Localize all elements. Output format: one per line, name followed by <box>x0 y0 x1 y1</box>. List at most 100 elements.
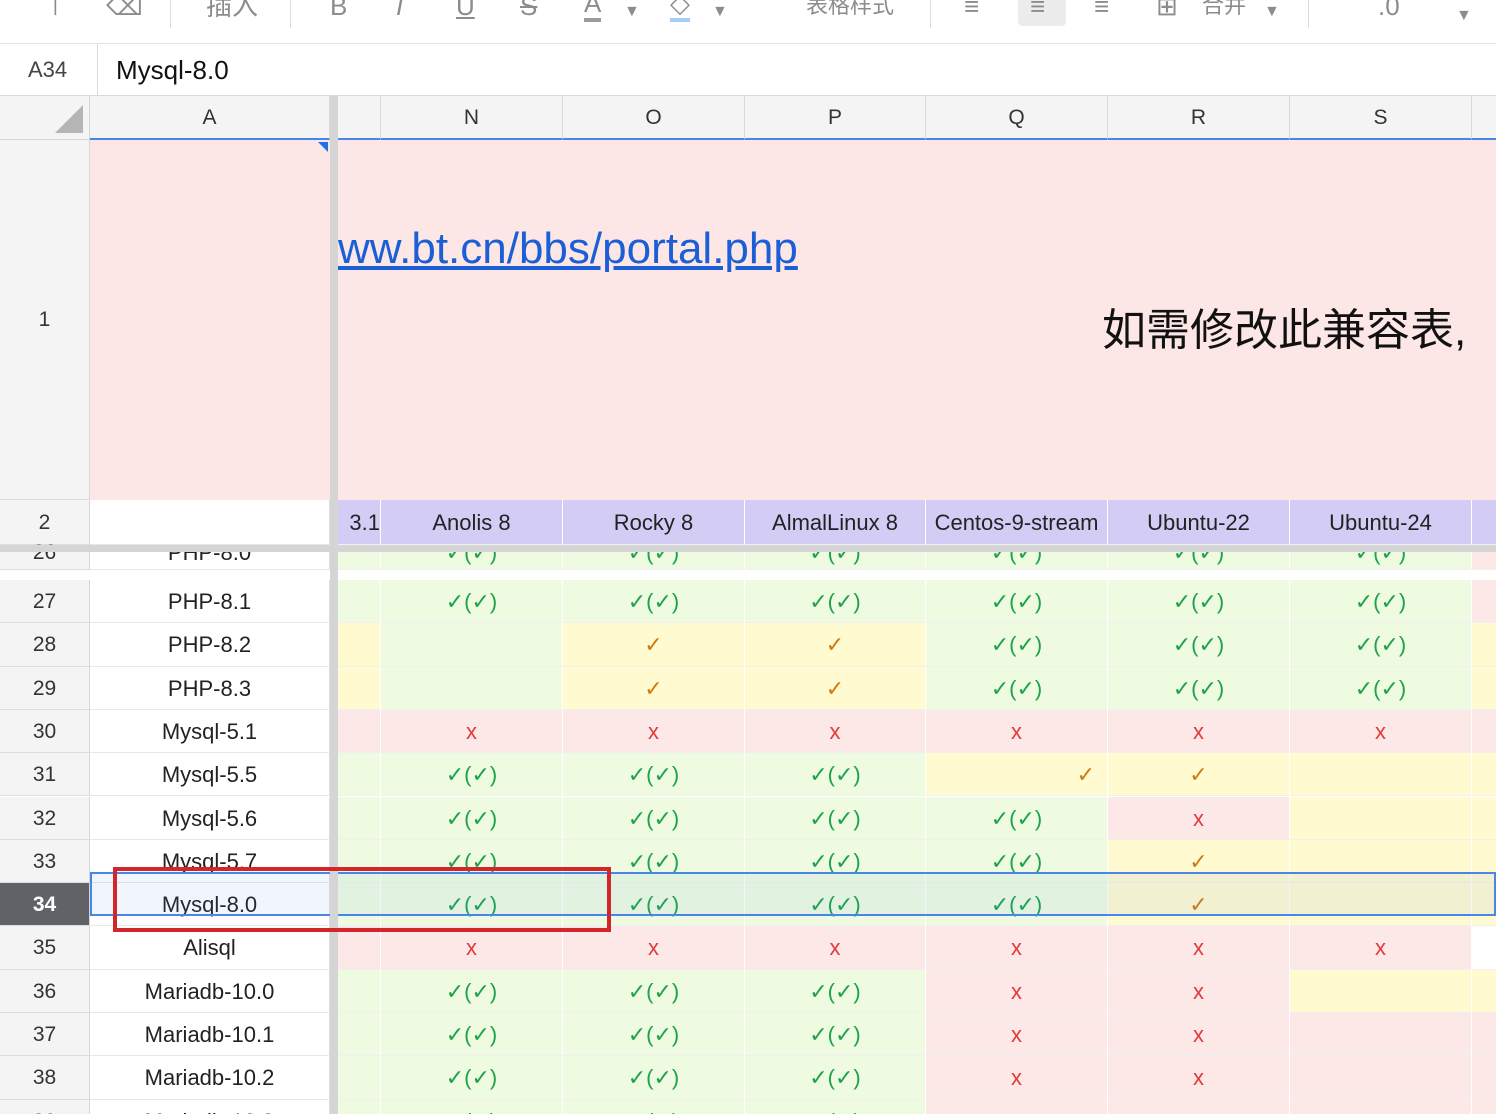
status-cell-31-t[interactable] <box>1472 753 1496 797</box>
insert-menu[interactable]: 插入 <box>206 0 258 24</box>
status-cell-39-r[interactable]: x <box>1108 1099 1290 1114</box>
status-cell-28-m[interactable] <box>338 623 381 667</box>
status-cell-36-r[interactable]: x <box>1108 969 1290 1013</box>
status-cell-35-n[interactable]: x <box>381 926 563 970</box>
status-cell-28-s[interactable]: ✓(✓) <box>1290 623 1472 667</box>
row-header-29[interactable]: 29 <box>0 666 90 710</box>
status-cell-30-s[interactable]: x <box>1290 709 1472 754</box>
status-cell-38-s[interactable] <box>1290 1056 1472 1100</box>
name-box[interactable]: A34 <box>0 44 98 96</box>
status-cell-34-r[interactable]: ✓ <box>1108 883 1290 927</box>
status-cell-32-s[interactable] <box>1290 796 1472 840</box>
spreadsheet-grid[interactable]: ww.bt.cn/bbs/portal.php 如需修改此兼容表, ANOPQR… <box>0 96 1496 1114</box>
row-header-1[interactable]: 1 <box>0 140 90 500</box>
status-cell-28-p[interactable]: ✓ <box>745 623 926 667</box>
status-cell-32-n[interactable]: ✓(✓) <box>381 796 563 840</box>
row-label-29[interactable]: PHP-8.3 <box>90 666 330 710</box>
status-cell-36-t[interactable] <box>1472 969 1496 1013</box>
chevron-down-icon[interactable]: ▼ <box>1264 0 1280 30</box>
status-cell-27-t[interactable] <box>1472 580 1496 624</box>
row-header-27[interactable]: 27 <box>0 580 90 624</box>
status-cell-37-m[interactable] <box>338 1013 381 1057</box>
status-cell-34-t[interactable] <box>1472 883 1496 927</box>
row-label-30[interactable]: Mysql-5.1 <box>90 709 330 754</box>
status-cell-37-o[interactable]: ✓(✓) <box>563 1013 745 1057</box>
status-cell-33-n[interactable]: ✓(✓) <box>381 839 563 884</box>
row-label-38[interactable]: Mariadb-10.2 <box>90 1056 330 1100</box>
col-header-n[interactable]: N <box>381 96 563 140</box>
status-cell-31-m[interactable] <box>338 753 381 797</box>
status-cell-39-s[interactable] <box>1290 1099 1472 1114</box>
format-painter-icon[interactable]: ⊤ <box>44 0 67 24</box>
table-style-menu[interactable]: 表格样式 <box>806 0 894 24</box>
freeze-row-divider[interactable] <box>0 545 1496 552</box>
col-header-p[interactable]: P <box>745 96 926 140</box>
status-cell-36-q[interactable]: x <box>926 969 1108 1013</box>
status-cell-27-q[interactable]: ✓(✓) <box>926 580 1108 624</box>
row-header-2[interactable]: 2 <box>0 500 90 545</box>
status-cell-37-s[interactable] <box>1290 1013 1472 1057</box>
align-right-icon[interactable]: ≡ <box>1094 0 1109 24</box>
os-header-r[interactable]: Ubuntu-22 <box>1108 500 1290 545</box>
status-cell-31-r[interactable]: ✓ <box>1108 753 1290 797</box>
col-header-m[interactable] <box>338 96 381 140</box>
underline-icon[interactable]: U <box>456 0 475 24</box>
status-cell-38-r[interactable]: x <box>1108 1056 1290 1100</box>
row-label-37[interactable]: Mariadb-10.1 <box>90 1013 330 1057</box>
status-cell-27-p[interactable]: ✓(✓) <box>745 580 926 624</box>
status-cell-33-p[interactable]: ✓(✓) <box>745 839 926 884</box>
status-cell-29-m[interactable] <box>338 666 381 710</box>
decimal-icon[interactable]: .0 <box>1378 0 1400 24</box>
status-cell-35-m[interactable] <box>338 926 381 970</box>
row-header-34[interactable]: 34 <box>0 883 90 927</box>
status-cell-28-q[interactable]: ✓(✓) <box>926 623 1108 667</box>
italic-icon[interactable]: I <box>396 0 403 24</box>
status-cell-32-m[interactable] <box>338 796 381 840</box>
row-header-33[interactable]: 33 <box>0 839 90 884</box>
status-cell-34-n[interactable]: ✓(✓) <box>381 883 563 927</box>
status-cell-37-p[interactable]: ✓(✓) <box>745 1013 926 1057</box>
row-label-31[interactable]: Mysql-5.5 <box>90 753 330 797</box>
row-header-31[interactable]: 31 <box>0 753 90 797</box>
row-label-33[interactable]: Mysql-5.7 <box>90 839 330 884</box>
status-cell-37-r[interactable]: x <box>1108 1013 1290 1057</box>
row-label-32[interactable]: Mysql-5.6 <box>90 796 330 840</box>
status-cell-33-o[interactable]: ✓(✓) <box>563 839 745 884</box>
row-label-36[interactable]: Mariadb-10.0 <box>90 969 330 1013</box>
os-header-n[interactable]: Anolis 8 <box>381 500 563 545</box>
row-label-28[interactable]: PHP-8.2 <box>90 623 330 667</box>
status-cell-31-q[interactable]: ✓ <box>926 753 1108 797</box>
text-color-icon[interactable]: A <box>584 0 602 22</box>
row-header-26[interactable]: 26 <box>0 542 90 570</box>
status-cell-33-r[interactable]: ✓ <box>1108 839 1290 884</box>
status-cell-29-r[interactable]: ✓(✓) <box>1108 666 1290 710</box>
col-header-s[interactable]: S <box>1290 96 1472 140</box>
status-cell-34-p[interactable]: ✓(✓) <box>745 883 926 927</box>
row-header-37[interactable]: 37 <box>0 1013 90 1057</box>
merge-icon[interactable]: ⊞ <box>1156 0 1178 24</box>
status-cell-39-n[interactable]: ✓(✓) <box>381 1099 563 1114</box>
status-cell-30-o[interactable]: x <box>563 709 745 754</box>
status-cell-39-o[interactable]: ✓(✓) <box>563 1099 745 1114</box>
status-cell-37-n[interactable]: ✓(✓) <box>381 1013 563 1057</box>
status-cell-35-r[interactable]: x <box>1108 926 1290 970</box>
status-cell-35-p[interactable]: x <box>745 926 926 970</box>
os-header-q[interactable]: Centos-9-stream <box>926 500 1108 545</box>
status-cell-36-o[interactable]: ✓(✓) <box>563 969 745 1013</box>
status-cell-33-s[interactable] <box>1290 839 1472 884</box>
row-label-27[interactable]: PHP-8.1 <box>90 580 330 624</box>
status-cell-31-o[interactable]: ✓(✓) <box>563 753 745 797</box>
status-cell-35-o[interactable]: x <box>563 926 745 970</box>
status-cell-31-n[interactable]: ✓(✓) <box>381 753 563 797</box>
col-header-q[interactable]: Q <box>926 96 1108 140</box>
status-cell-28-o[interactable]: ✓ <box>563 623 745 667</box>
status-cell-36-p[interactable]: ✓(✓) <box>745 969 926 1013</box>
clear-format-icon[interactable]: ⌫ <box>106 0 143 24</box>
status-cell-39-t[interactable] <box>1472 1099 1496 1114</box>
align-left-icon[interactable]: ≡ <box>964 0 979 24</box>
status-cell-29-s[interactable]: ✓(✓) <box>1290 666 1472 710</box>
cell-a2[interactable] <box>90 500 330 545</box>
row-label-35[interactable]: Alisql <box>90 926 330 970</box>
col-header-t[interactable] <box>1472 96 1496 140</box>
status-cell-39-p[interactable]: ✓(✓) <box>745 1099 926 1114</box>
